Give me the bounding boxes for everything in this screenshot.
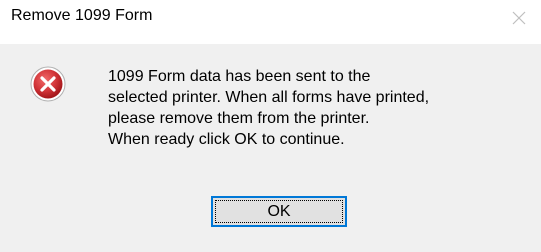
dialog-title: Remove 1099 Form <box>11 7 153 24</box>
close-button[interactable] <box>497 0 541 36</box>
message-line: selected printer. When all forms have pr… <box>108 89 430 106</box>
dialog-message: 1099 Form data has been sent to the sele… <box>108 66 528 150</box>
close-icon <box>512 11 526 25</box>
message-dialog: Remove 1099 Form 1099 Form data has been… <box>0 0 541 252</box>
ok-button-label: OK <box>267 202 291 220</box>
ok-button[interactable]: OK <box>211 196 347 227</box>
message-line: When ready click OK to continue. <box>108 131 345 148</box>
message-line: please remove them from the printer. <box>108 110 370 127</box>
error-icon <box>30 66 66 102</box>
message-line: 1099 Form data has been sent to the <box>108 68 371 85</box>
title-bar: Remove 1099 Form <box>0 0 541 44</box>
